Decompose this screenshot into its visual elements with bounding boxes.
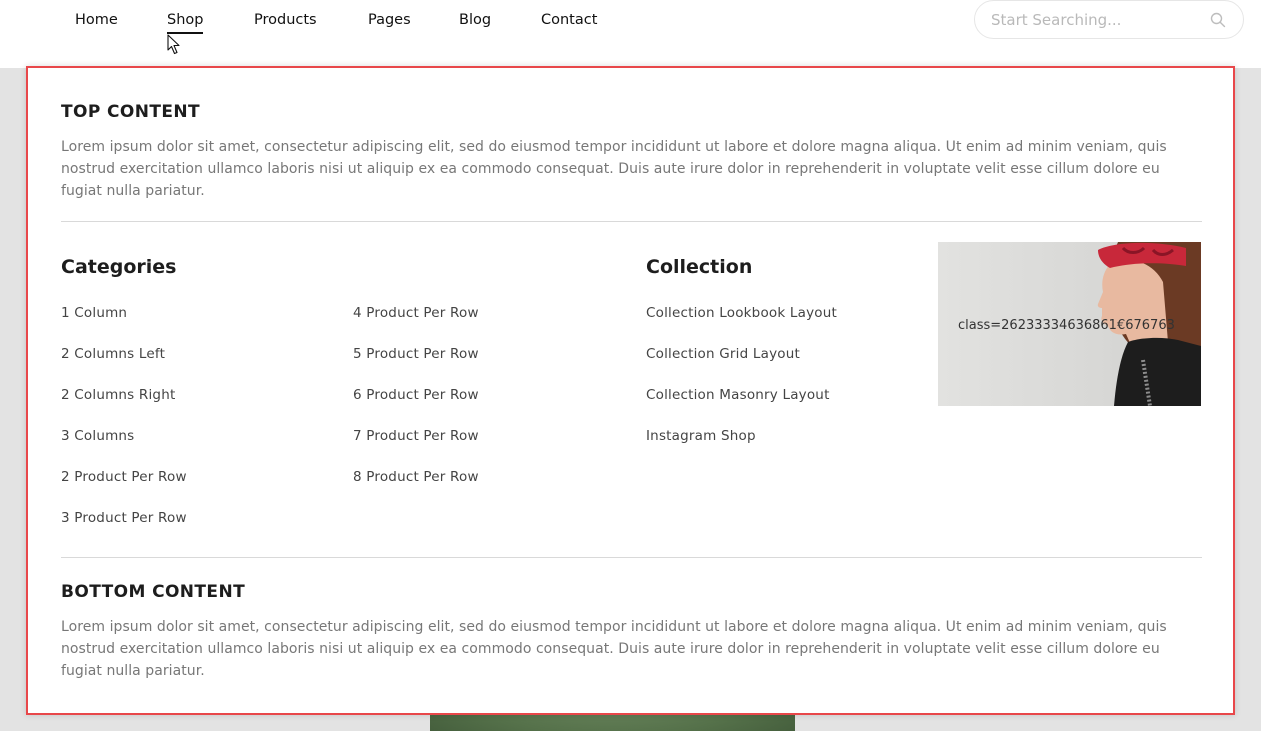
nav-products[interactable]: Products: [254, 11, 317, 29]
mouse-cursor-icon: [167, 34, 180, 55]
collection-column: Collection Lookbook Layout Collection Gr…: [646, 304, 837, 468]
shop-mega-menu: TOP CONTENT Lorem ipsum dolor sit amet, …: [26, 66, 1235, 715]
top-content-text: Lorem ipsum dolor sit amet, consectetur …: [61, 139, 1167, 199]
menu-link-4-product-per-row[interactable]: 4 Product Per Row: [353, 304, 479, 345]
bottom-content-title: BOTTOM CONTENT: [61, 582, 246, 602]
collection-heading: Collection: [646, 256, 753, 278]
promo-overlay-text: class=26233334636861€676763: [958, 318, 1175, 333]
menu-link-3-product-per-row[interactable]: 3 Product Per Row: [61, 509, 187, 550]
menu-link-8-product-per-row[interactable]: 8 Product Per Row: [353, 468, 479, 509]
search-icon[interactable]: [1210, 12, 1226, 28]
categories-heading: Categories: [61, 256, 177, 278]
divider: [61, 557, 1202, 558]
nav-home[interactable]: Home: [75, 11, 118, 29]
menu-link-6-product-per-row[interactable]: 6 Product Per Row: [353, 386, 479, 427]
categories-column-1: 1 Column 2 Columns Left 2 Columns Right …: [61, 304, 187, 550]
categories-column-2: 4 Product Per Row 5 Product Per Row 6 Pr…: [353, 304, 479, 509]
top-content-title: TOP CONTENT: [61, 102, 201, 122]
menu-link-1-column[interactable]: 1 Column: [61, 304, 187, 345]
menu-link-2-columns-right[interactable]: 2 Columns Right: [61, 386, 187, 427]
menu-link-2-product-per-row[interactable]: 2 Product Per Row: [61, 468, 187, 509]
nav-pages[interactable]: Pages: [368, 11, 411, 29]
search-box: [974, 0, 1244, 39]
nav-shop[interactable]: Shop: [167, 11, 204, 34]
nav-contact[interactable]: Contact: [541, 11, 597, 29]
divider: [61, 221, 1202, 222]
promo-banner-image[interactable]: class=26233334636861€676763: [938, 242, 1201, 406]
menu-link-instagram-shop[interactable]: Instagram Shop: [646, 427, 837, 468]
menu-link-collection-lookbook[interactable]: Collection Lookbook Layout: [646, 304, 837, 345]
bottom-content-text: Lorem ipsum dolor sit amet, consectetur …: [61, 619, 1167, 679]
menu-link-collection-masonry[interactable]: Collection Masonry Layout: [646, 386, 837, 427]
search-input[interactable]: [991, 9, 1206, 31]
site-header: Home Shop Products Pages Blog Contact: [0, 0, 1261, 68]
menu-link-2-columns-left[interactable]: 2 Columns Left: [61, 345, 187, 386]
menu-link-collection-grid[interactable]: Collection Grid Layout: [646, 345, 837, 386]
menu-link-3-columns[interactable]: 3 Columns: [61, 427, 187, 468]
menu-link-7-product-per-row[interactable]: 7 Product Per Row: [353, 427, 479, 468]
nav-blog[interactable]: Blog: [459, 11, 491, 29]
menu-link-5-product-per-row[interactable]: 5 Product Per Row: [353, 345, 479, 386]
